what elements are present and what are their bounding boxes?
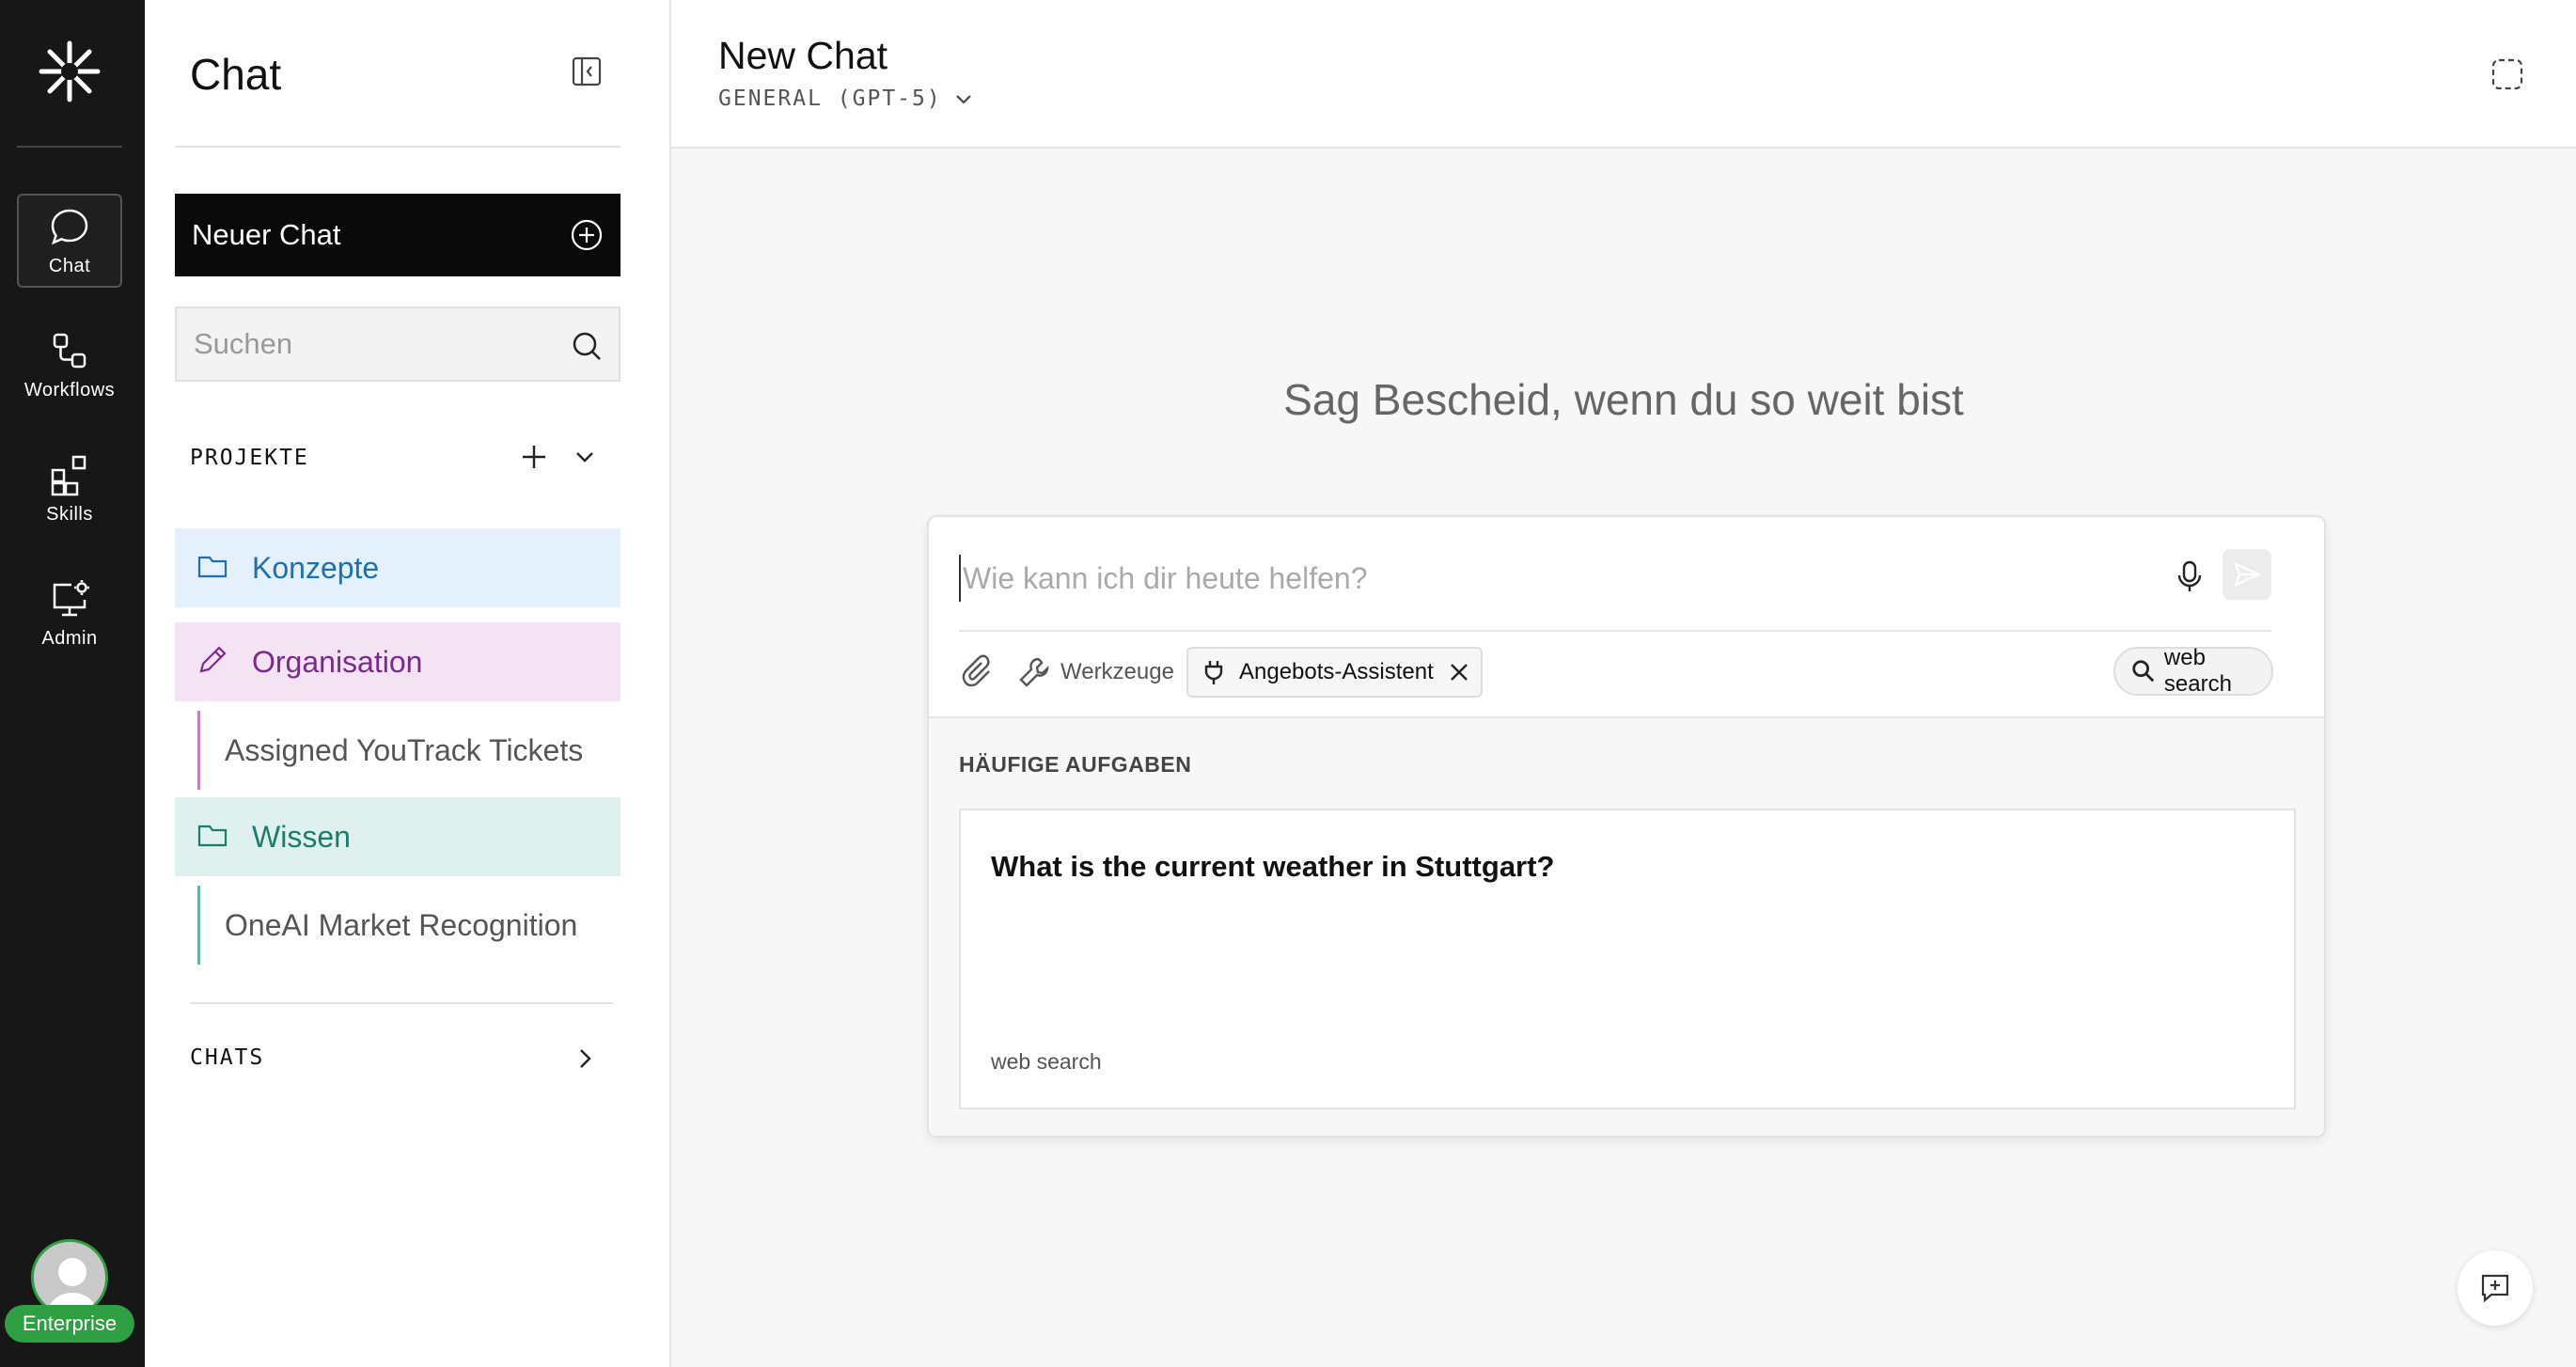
search-box: [175, 306, 620, 382]
project-chat-item[interactable]: OneAI Market Recognition: [197, 886, 577, 965]
frequent-tasks-heading: HÄUFIGE AUFGABEN: [959, 752, 1192, 777]
projects-heading: PROJEKTE: [190, 446, 309, 470]
logo-icon[interactable]: [36, 38, 103, 105]
rail-item-label: Workflows: [24, 379, 116, 401]
composer-divider: [959, 630, 2271, 632]
rail-item-admin[interactable]: Admin: [17, 566, 122, 660]
microphone-icon[interactable]: [2172, 558, 2207, 594]
new-chat-label: Neuer Chat: [192, 218, 341, 251]
admin-monitor-icon: [53, 579, 89, 616]
folder-icon: [197, 556, 228, 578]
task-question: What is the current weather in Stuttgart…: [991, 850, 1555, 883]
model-label: GENERAL (GPT-5): [718, 86, 942, 111]
chevron-down-icon[interactable]: [570, 442, 600, 472]
rail-item-label: Skills: [46, 503, 93, 525]
plan-badge: Enterprise: [5, 1305, 134, 1343]
main-area: New Chat GENERAL (GPT-5) Sag Bescheid, w…: [671, 0, 2576, 1367]
collapse-sidebar-icon[interactable]: [570, 55, 604, 88]
message-composer: Werkzeuge Angebots-Assistent web search …: [927, 515, 2326, 1138]
message-plus-icon: [2481, 1274, 2509, 1303]
web-search-toggle[interactable]: web search: [2113, 645, 2273, 697]
plug-icon: [1204, 661, 1223, 684]
project-chat-item[interactable]: Assigned YouTrack Tickets: [197, 711, 583, 790]
chat-sidebar: Chat Neuer Chat PROJEKTE Konzepte O: [145, 0, 671, 1367]
close-icon[interactable]: [1445, 658, 1473, 686]
paperclip-icon[interactable]: [961, 654, 997, 690]
sidebar-divider: [190, 1002, 613, 1004]
empty-state-headline: Sag Bescheid, wenn du so weit bist: [1283, 375, 1964, 424]
assistant-chip-label: Angebots-Assistent: [1239, 659, 1434, 684]
folder-icon: [197, 825, 228, 847]
chevron-down-icon: [955, 95, 971, 104]
project-chat-label: Assigned YouTrack Tickets: [225, 732, 584, 767]
app-rail: Chat Workflows Skills Admin Enterprise: [0, 0, 145, 1367]
rail-item-workflows[interactable]: Workflows: [17, 318, 122, 412]
assistant-chip[interactable]: Angebots-Assistent: [1186, 647, 1483, 698]
rail-divider: [17, 146, 122, 148]
sidebar-title: Chat: [190, 50, 282, 99]
chat-title: New Chat: [718, 34, 888, 77]
rail-item-chat[interactable]: Chat: [17, 194, 122, 288]
plus-circle-icon: [571, 219, 603, 251]
rail-item-label: Chat: [48, 255, 91, 276]
search-input[interactable]: [177, 308, 553, 380]
rail-item-skills[interactable]: Skills: [17, 442, 122, 536]
send-button[interactable]: [2223, 549, 2271, 600]
project-label: Organisation: [252, 644, 423, 679]
project-label: Konzepte: [252, 550, 380, 585]
tools-button[interactable]: Werkzeuge: [1017, 654, 1174, 690]
chat-bubble-icon: [51, 209, 88, 244]
chats-heading[interactable]: CHATS: [190, 1045, 264, 1070]
web-search-label: web search: [2163, 645, 2232, 697]
pencil-icon: [199, 646, 227, 673]
tools-label: Werkzeuge: [1060, 659, 1174, 684]
send-icon: [2234, 561, 2262, 588]
select-area-icon[interactable]: [2490, 56, 2525, 92]
new-chat-button[interactable]: Neuer Chat: [175, 194, 620, 276]
project-konzepte[interactable]: Konzepte: [175, 528, 620, 607]
project-chat-label: OneAI Market Recognition: [225, 907, 578, 942]
chat-header: New Chat GENERAL (GPT-5): [671, 0, 2576, 149]
feedback-button[interactable]: [2458, 1250, 2533, 1326]
sidebar-divider: [175, 146, 620, 148]
frequent-tasks: HÄUFIGE AUFGABEN What is the current wea…: [929, 716, 2324, 1136]
task-tag: web search: [991, 1049, 1102, 1074]
project-organisation[interactable]: Organisation: [175, 622, 620, 701]
task-card[interactable]: What is the current weather in Stuttgart…: [959, 809, 2296, 1109]
project-label: Wissen: [252, 819, 351, 854]
add-project-icon[interactable]: [519, 442, 549, 472]
workflow-icon: [53, 333, 86, 368]
prompt-input[interactable]: [959, 555, 2087, 602]
search-icon[interactable]: [570, 329, 604, 363]
rail-item-label: Admin: [41, 627, 98, 649]
search-icon: [2132, 660, 2155, 683]
wrench-icon: [1019, 657, 1049, 687]
model-selector[interactable]: GENERAL (GPT-5): [718, 86, 976, 111]
chevron-right-icon[interactable]: [570, 1044, 600, 1074]
project-wissen[interactable]: Wissen: [175, 797, 620, 876]
skills-grid-icon: [51, 455, 86, 495]
